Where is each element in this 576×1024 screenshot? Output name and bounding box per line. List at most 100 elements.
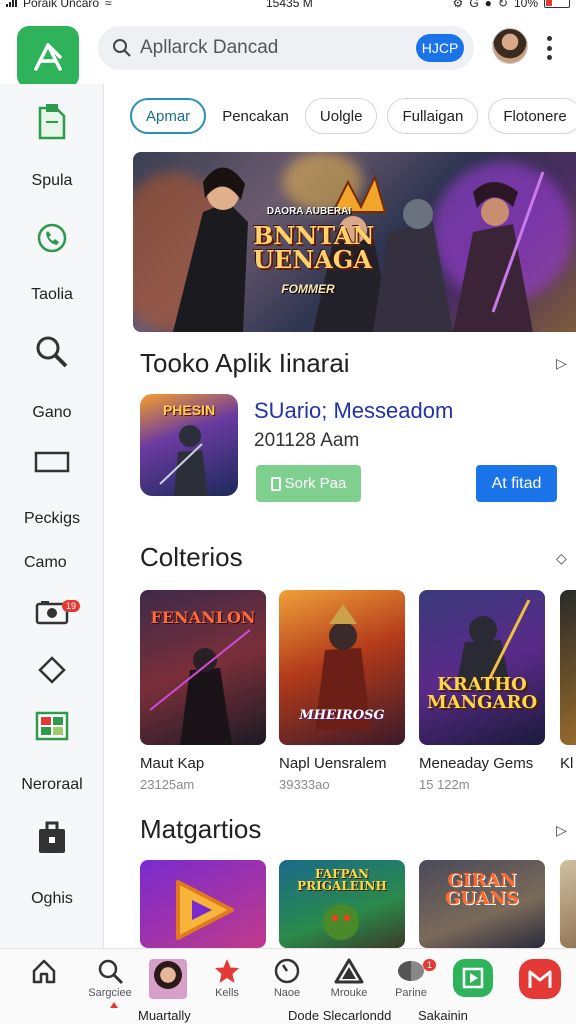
wifi-icon: ≈ bbox=[105, 0, 112, 10]
nav-play[interactable] bbox=[441, 959, 505, 997]
sidebar: Spula Taolia Gano Peckigs Camo 19 Nerora bbox=[0, 84, 104, 948]
banner-top-text: DAORA AUBERAI bbox=[266, 206, 352, 217]
app-card-partial[interactable] bbox=[560, 860, 576, 948]
app-card-thumbnail: KRATHO MANGARO bbox=[419, 590, 545, 745]
app-card-thumbnail: FENANLON bbox=[140, 590, 266, 745]
search-input[interactable]: Apllarck Dancad bbox=[140, 37, 416, 59]
app-card-meta: 39333ao bbox=[279, 777, 330, 792]
home-icon bbox=[32, 959, 56, 984]
sidebar-item-label: Spula bbox=[31, 172, 73, 189]
sidebar-item-peckigs[interactable]: Peckigs bbox=[0, 442, 104, 528]
sork-paa-button[interactable]: Sork Paa bbox=[256, 465, 361, 502]
app-logo[interactable] bbox=[17, 26, 79, 88]
battery-text: 10% bbox=[513, 0, 538, 10]
app-card-thumbnail: GIRAN GUANS bbox=[419, 860, 545, 948]
play-logo-icon bbox=[176, 880, 234, 940]
sidebar-item-oghis[interactable]: Oghis bbox=[0, 818, 104, 908]
chevron-right-icon[interactable]: ▷ bbox=[556, 822, 567, 839]
app-card[interactable]: GIRAN GUANS bbox=[419, 860, 545, 948]
nav-mrouke[interactable]: Mrouke bbox=[317, 957, 381, 999]
nav-label: Parine bbox=[395, 987, 427, 999]
notification-badge: 1 bbox=[423, 959, 437, 971]
app-card-thumbnail bbox=[560, 860, 576, 948]
featured-app-meta: 201128 Aam bbox=[254, 430, 360, 451]
app-card-partial[interactable]: Kl bbox=[560, 590, 576, 772]
app-card-thumbnail bbox=[560, 590, 576, 745]
app-card[interactable]: FAFPAN PRIGALEINH bbox=[279, 860, 405, 948]
logo-icon bbox=[34, 43, 62, 71]
nav-label: Naoe bbox=[273, 987, 301, 999]
sidebar-item-spula[interactable]: Spula bbox=[0, 102, 104, 190]
notification-badge: 19 bbox=[62, 600, 81, 612]
nav-naoe[interactable]: Naoe bbox=[255, 957, 319, 999]
sidebar-item-label: Peckigs bbox=[23, 510, 81, 527]
clock-text: 15435 M bbox=[266, 0, 313, 10]
sidebar-item-taolia[interactable]: Taolia bbox=[0, 218, 104, 304]
chip-flotonere[interactable]: Flotonere bbox=[488, 98, 576, 134]
status-bar: Poraik Uncaro ≈ 15435 M ⚙ G ● ↻ 10% bbox=[0, 0, 576, 12]
chip-uolgle[interactable]: Uolgle bbox=[304, 98, 378, 134]
camera-icon bbox=[32, 592, 72, 632]
diamond-icon bbox=[32, 650, 72, 690]
banner-title: BNNTAN UENAGA bbox=[253, 221, 375, 274]
sidebar-item-neroraal[interactable]: Neroraal bbox=[0, 706, 104, 794]
magnifier-icon bbox=[32, 332, 72, 372]
banner-subtitle: FOMMER bbox=[281, 282, 335, 296]
star-icon bbox=[215, 959, 239, 983]
app-card-art-text: GIRAN GUANS bbox=[445, 870, 519, 909]
search-bar[interactable]: Apllarck Dancad HJCP bbox=[98, 26, 474, 70]
nav-footer-label: Sakainin bbox=[418, 1008, 468, 1023]
chevron-right-icon[interactable]: ◇ bbox=[556, 550, 567, 567]
chevron-right-icon[interactable]: ▷ bbox=[556, 355, 567, 372]
sidebar-item-camera[interactable]: 19 bbox=[0, 592, 104, 632]
nav-profile[interactable] bbox=[136, 959, 200, 999]
collections-section-title: Colterios bbox=[140, 542, 243, 572]
settings-icon: ⚙ bbox=[452, 0, 464, 10]
sidebar-item-gano[interactable]: Gano bbox=[0, 332, 104, 422]
battery-icon bbox=[544, 0, 570, 8]
sidebar-item-label: Oghis bbox=[31, 890, 73, 907]
chip-pencakan[interactable]: Pencakan bbox=[216, 98, 295, 134]
nav-home[interactable] bbox=[12, 957, 76, 985]
app-card[interactable]: KRATHO MANGARO Meneaday Gems 15 122m bbox=[419, 590, 545, 792]
profile-avatar bbox=[149, 959, 187, 999]
sidebar-item-label: Taolia bbox=[31, 286, 73, 303]
account-avatar[interactable] bbox=[492, 28, 528, 64]
sync-icon: ↻ bbox=[497, 0, 508, 10]
more-options-icon[interactable] bbox=[544, 36, 554, 60]
caret-up-icon bbox=[110, 1002, 118, 1008]
app-card-meta: 23125am bbox=[140, 777, 195, 792]
featured-app-icon[interactable]: PHESIN bbox=[140, 394, 238, 496]
nav-parine[interactable]: Parine 1 bbox=[379, 957, 443, 999]
sidebar-item-diamond[interactable] bbox=[0, 650, 104, 690]
clipboard-icon bbox=[32, 102, 72, 142]
hero-banner[interactable]: DAORA AUBERAI BNNTAN UENAGA FOMMER bbox=[133, 152, 576, 332]
sidebar-item-camo[interactable]: Camo bbox=[24, 554, 67, 572]
search-pill-button[interactable]: HJCP bbox=[416, 34, 464, 62]
app-card-thumbnail: FAFPAN PRIGALEINH bbox=[279, 860, 405, 948]
app-card[interactable]: MHEIROSG Napl Uensralem 39333ao bbox=[279, 590, 405, 792]
featured-app-name[interactable]: SUario; Messeadom bbox=[254, 398, 453, 424]
search-icon bbox=[98, 959, 124, 985]
nav-kells[interactable]: Kells bbox=[195, 957, 259, 999]
chip-fullaigan[interactable]: Fullaigan bbox=[387, 98, 479, 134]
app-card-name: Meneaday Gems bbox=[419, 755, 534, 772]
top-bar: Apllarck Dancad HJCP bbox=[0, 14, 576, 88]
carrier-text: Poraik Uncaro bbox=[23, 0, 100, 10]
more-section-title: Matgartios bbox=[140, 814, 262, 844]
briefcase-icon bbox=[32, 818, 72, 858]
at-fitad-button[interactable]: At fitad bbox=[476, 465, 557, 502]
nav-search[interactable]: Sargciee bbox=[78, 957, 142, 999]
nav-gmail[interactable] bbox=[508, 959, 572, 999]
category-chips: Apmar Pencakan Uolgle Fullaigan Flotoner… bbox=[130, 98, 576, 134]
chip-apmar[interactable]: Apmar bbox=[130, 98, 207, 134]
nav-label: Kells bbox=[215, 987, 239, 999]
clock-icon bbox=[274, 958, 300, 984]
g-icon: G bbox=[469, 0, 479, 10]
search-icon bbox=[113, 39, 131, 57]
app-card[interactable]: FENANLON Maut Kap 23125am bbox=[140, 590, 266, 792]
app-card[interactable] bbox=[140, 860, 266, 948]
sork-paa-label: Sork Paa bbox=[284, 475, 347, 492]
app-card-art-text: KRATHO MANGARO bbox=[426, 674, 538, 713]
app-card-name: Napl Uensralem bbox=[279, 755, 387, 772]
